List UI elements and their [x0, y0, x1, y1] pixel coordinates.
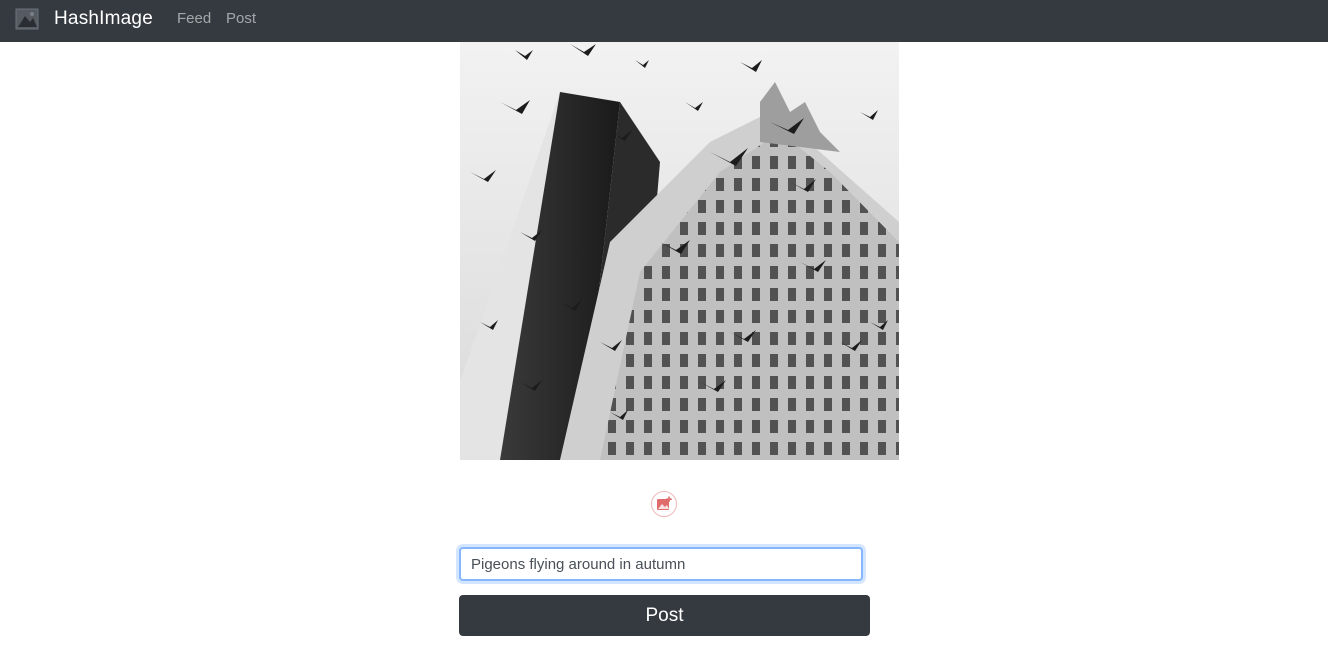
post-button[interactable]: Post	[459, 595, 870, 636]
navbar: HashImage Feed Post	[0, 0, 1328, 42]
add-image-button[interactable]	[651, 491, 677, 517]
preview-image	[460, 42, 899, 460]
brand-name[interactable]: HashImage	[54, 8, 153, 30]
image-icon[interactable]	[15, 8, 39, 30]
add-image-icon	[657, 496, 672, 510]
caption-input[interactable]	[459, 547, 863, 581]
nav-link-feed[interactable]: Feed	[177, 10, 211, 28]
nav-link-post[interactable]: Post	[226, 10, 256, 28]
